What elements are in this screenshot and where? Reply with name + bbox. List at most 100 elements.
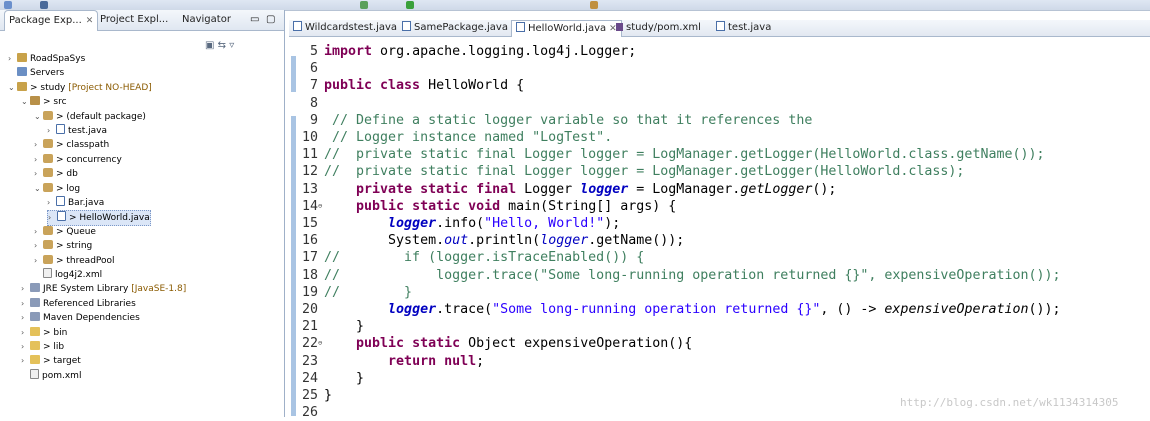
pkg-icon [43, 139, 53, 149]
view-menu-icon[interactable]: ▿ [229, 40, 234, 51]
code-line[interactable]: 21 } [296, 318, 364, 335]
tree-item-label: > (default package) [56, 111, 146, 122]
expand-toggle-icon[interactable]: › [34, 254, 43, 268]
minimize-icon[interactable]: ▭ [250, 10, 259, 30]
tree-item[interactable]: › > classpath [34, 138, 109, 152]
code-line[interactable]: 26 [296, 404, 324, 421]
code-line[interactable]: 25} [296, 387, 332, 404]
code-line[interactable]: 15 logger.info("Hello, World!"); [296, 215, 620, 232]
editor-tab[interactable]: SamePackage.java [402, 20, 508, 36]
tree-item[interactable]: ⌄ > log [34, 182, 80, 196]
collapse-all-icon[interactable]: ▣ [205, 40, 214, 51]
code-line[interactable]: 23 return null; [296, 353, 484, 370]
tree-item[interactable]: › RoadSpaSys [8, 52, 85, 66]
code-line[interactable]: 12 // private static final Logger logger … [296, 163, 964, 180]
tree-item[interactable]: › JRE System Library [JavaSE-1.8] [21, 282, 186, 296]
tree-item[interactable]: › > lib [21, 340, 64, 354]
code-line[interactable]: 14⊖ public static void main(String[] arg… [296, 198, 676, 215]
expand-toggle-icon[interactable]: › [47, 196, 56, 210]
tree-item[interactable]: › > string [34, 239, 92, 253]
code-line[interactable]: 5 import org.apache.logging.log4j.Logger; [296, 43, 636, 60]
expand-toggle-icon[interactable]: ⌄ [34, 110, 43, 124]
code-line[interactable]: 24 } [296, 370, 364, 387]
expand-toggle-icon[interactable]: › [47, 124, 56, 138]
folder-icon [30, 326, 40, 336]
code-token: Object expensiveOperation(){ [460, 336, 693, 352]
search-icon[interactable] [590, 1, 598, 9]
code-line[interactable]: 7 public class HelloWorld { [296, 77, 524, 94]
expand-toggle-icon[interactable]: ⌄ [8, 81, 17, 95]
code-line[interactable]: 17 // if (logger.isTraceEnabled()) { [296, 249, 644, 266]
editor-tab[interactable]: study/pom.xml [616, 20, 701, 36]
run-icon[interactable] [406, 1, 414, 9]
lib-icon [30, 312, 40, 322]
code-line[interactable]: 19 // } [296, 284, 412, 301]
tree-item[interactable]: ⌄ > (default package) [34, 110, 146, 124]
code-line[interactable]: 9 // Define a static logger variable so … [296, 112, 812, 129]
save-icon[interactable] [40, 1, 48, 9]
expand-toggle-icon[interactable]: › [8, 52, 17, 66]
tree-item-label: RoadSpaSys [30, 54, 86, 64]
tree-item[interactable]: › Referenced Libraries [21, 297, 136, 311]
tree-item[interactable]: › > Queue [34, 225, 96, 239]
expand-toggle-icon[interactable]: › [21, 311, 30, 325]
expand-toggle-icon[interactable]: › [34, 138, 43, 152]
expand-toggle-icon[interactable]: › [34, 225, 43, 239]
code-line[interactable]: 13 private static final Logger logger = … [296, 181, 836, 198]
tree-item[interactable]: › test.java [47, 124, 107, 138]
code-line[interactable]: 6 [296, 60, 324, 77]
code-line[interactable]: 10 // Logger instance named "LogTest". [296, 129, 612, 146]
editor-tab[interactable]: Wildcardstest.java [293, 20, 397, 36]
expand-toggle-icon[interactable]: › [48, 211, 57, 225]
maximize-icon[interactable]: ▢ [266, 10, 275, 30]
tree-item[interactable]: › > threadPool [34, 254, 115, 268]
expand-toggle-icon[interactable]: › [34, 153, 43, 167]
code-token: main(String[] args) { [500, 198, 677, 214]
code-line[interactable]: 8 [296, 95, 324, 112]
tree-item[interactable]: pom.xml [21, 368, 81, 383]
tree-item[interactable]: ⌄ > study [Project NO-HEAD] [8, 81, 152, 95]
tree-item[interactable]: › Bar.java [47, 196, 104, 210]
explorer-tab[interactable]: Navigator [182, 10, 231, 30]
debug-icon[interactable] [360, 1, 368, 9]
tree-item[interactable]: log4j2.xml [34, 268, 102, 282]
code-line[interactable]: 20 logger.trace("Some long-running opera… [296, 301, 1061, 318]
close-icon[interactable]: ✕ [86, 16, 94, 26]
link-editor-icon[interactable]: ⇆ [218, 40, 226, 51]
editor-tab-label: HelloWorld.java [528, 23, 607, 34]
expand-toggle-icon[interactable]: › [21, 297, 30, 311]
expand-toggle-icon[interactable]: › [34, 167, 43, 181]
editor-tab[interactable]: HelloWorld.java ✕ [511, 20, 622, 37]
explorer-tab-label: Package Exp... [9, 15, 82, 26]
code-line[interactable]: 16 System.out.println(logger.getName()); [296, 232, 684, 249]
new-icon[interactable] [4, 1, 12, 9]
expand-toggle-icon[interactable]: › [21, 340, 30, 354]
code-token: // Logger instance named "LogTest". [324, 130, 613, 145]
expand-toggle-icon[interactable]: ⌄ [21, 95, 30, 109]
editor-tab[interactable]: test.java [716, 20, 771, 36]
explorer-tab[interactable]: Package Exp... ✕ [4, 10, 99, 31]
tree-item[interactable]: ⌄ > src [21, 95, 67, 109]
java-file-icon [293, 21, 302, 31]
proj-icon [17, 81, 27, 91]
code-line[interactable]: 18 // logger.trace("Some long-running ope… [296, 267, 1061, 284]
expand-toggle-icon[interactable]: › [21, 282, 30, 296]
tree-item[interactable]: › > bin [21, 326, 67, 340]
code-token: HelloWorld { [420, 78, 525, 94]
expand-toggle-icon[interactable]: › [34, 239, 43, 253]
tree-item[interactable]: › > concurrency [34, 153, 122, 167]
tree-item[interactable]: › > db [34, 167, 78, 181]
tree-item[interactable]: › Maven Dependencies [21, 311, 140, 325]
tree-item[interactable]: Servers [8, 66, 64, 80]
code-token: } [324, 388, 333, 403]
expand-toggle-icon[interactable]: ⌄ [34, 182, 43, 196]
tree-item[interactable]: › > target [21, 354, 81, 368]
expand-toggle-icon[interactable]: › [21, 354, 30, 368]
explorer-tab[interactable]: Project Expl... [100, 10, 168, 30]
code-line[interactable]: 11 // private static final Logger logger … [296, 146, 1045, 163]
code-line[interactable]: 22⊖ public static Object expensiveOperat… [296, 335, 692, 352]
expand-toggle-icon[interactable]: › [21, 326, 30, 340]
code-token: // if (logger.isTraceEnabled()) { [324, 250, 645, 266]
